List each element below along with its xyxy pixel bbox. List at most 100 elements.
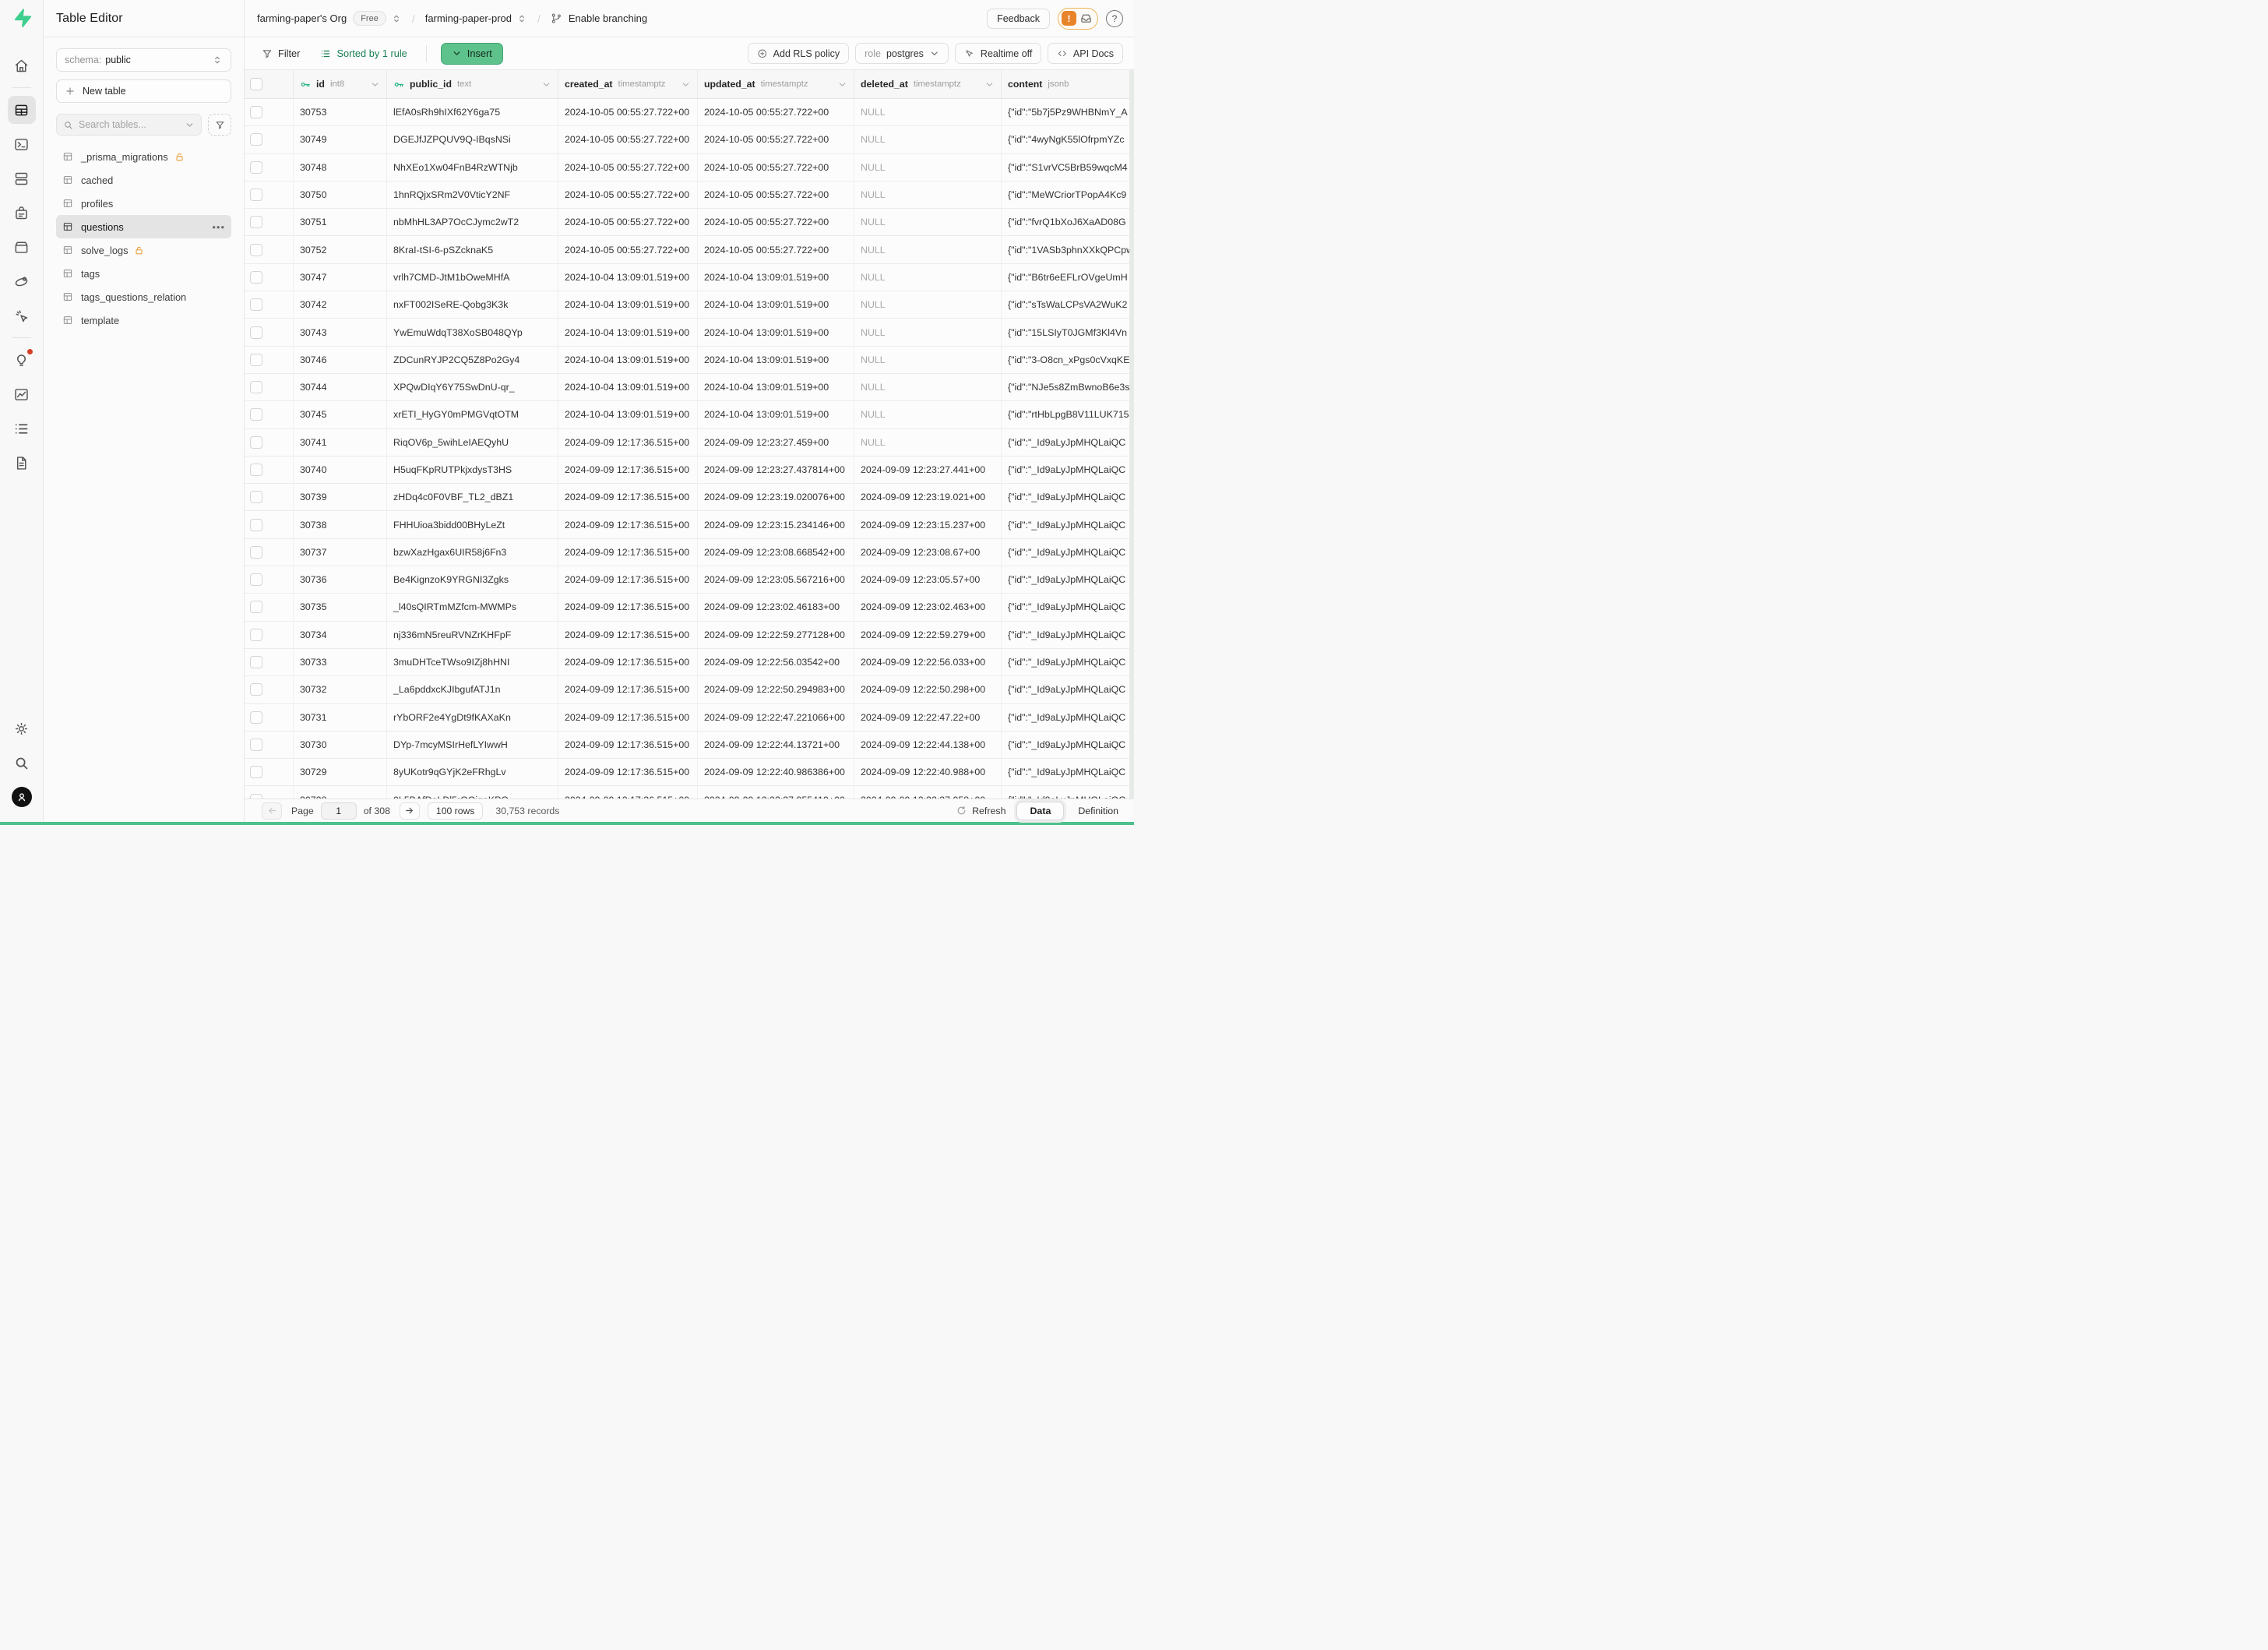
rail-item-settings[interactable] bbox=[8, 714, 36, 742]
filter-button[interactable]: Filter bbox=[262, 48, 300, 59]
cell-deleted_at[interactable]: 2024-09-09 12:23:15.237+00 bbox=[854, 511, 1002, 538]
cell-id[interactable]: 30729 bbox=[294, 759, 387, 785]
cell-public_id[interactable]: 8yUKotr9qGYjK2eFRhgLv bbox=[387, 759, 558, 785]
cell-content[interactable]: {"id":"NJe5s8ZmBwnoB6e3s bbox=[1002, 374, 1134, 400]
table-row[interactable]: 30732_La6pddxcKJIbgufATJ1n2024-09-09 12:… bbox=[245, 676, 1134, 703]
rail-item-edge-functions[interactable] bbox=[8, 267, 36, 295]
cell-deleted_at[interactable]: 2024-09-09 12:23:19.021+00 bbox=[854, 484, 1002, 510]
cell-content[interactable]: {"id":"_Id9aLyJpMHQLaiQC bbox=[1002, 594, 1134, 620]
rail-item-advisors[interactable] bbox=[8, 346, 36, 374]
cell-created_at[interactable]: 2024-10-05 00:55:27.722+00 bbox=[558, 154, 698, 181]
column-menu-icon[interactable] bbox=[837, 79, 847, 90]
cell-created_at[interactable]: 2024-09-09 12:17:36.515+00 bbox=[558, 622, 698, 648]
column-header-deleted_at[interactable]: deleted_attimestamptz bbox=[854, 70, 1002, 98]
row-checkbox[interactable] bbox=[250, 298, 262, 311]
cell-content[interactable]: {"id":"_Id9aLyJpMHQLaiQC bbox=[1002, 676, 1134, 703]
row-checkbox[interactable] bbox=[250, 133, 262, 146]
cell-public_id[interactable]: FHHUioa3bidd00BHyLeZt bbox=[387, 511, 558, 538]
cell-updated_at[interactable]: 2024-09-09 12:23:27.459+00 bbox=[698, 429, 854, 456]
cell-deleted_at[interactable]: NULL bbox=[854, 429, 1002, 456]
column-menu-icon[interactable] bbox=[681, 79, 691, 90]
row-checkbox[interactable] bbox=[250, 766, 262, 778]
cell-created_at[interactable]: 2024-10-04 13:09:01.519+00 bbox=[558, 291, 698, 318]
cell-updated_at[interactable]: 2024-09-09 12:22:56.03542+00 bbox=[698, 649, 854, 675]
cell-updated_at[interactable]: 2024-09-09 12:22:40.986386+00 bbox=[698, 759, 854, 785]
table-row[interactable]: 30746ZDCunRYJP2CQ5Z8Po2Gy42024-10-04 13:… bbox=[245, 347, 1134, 374]
cell-updated_at[interactable]: 2024-09-09 12:22:50.294983+00 bbox=[698, 676, 854, 703]
sidebar-table-tags[interactable]: tags bbox=[56, 262, 231, 285]
row-checkbox[interactable] bbox=[250, 739, 262, 751]
cell-created_at[interactable]: 2024-09-09 12:17:36.515+00 bbox=[558, 649, 698, 675]
row-checkbox[interactable] bbox=[250, 436, 262, 449]
cell-public_id[interactable]: bzwXazHgax6UIR58j6Fn3 bbox=[387, 539, 558, 566]
cell-deleted_at[interactable]: NULL bbox=[854, 401, 1002, 428]
row-checkbox[interactable] bbox=[250, 354, 262, 366]
cell-created_at[interactable]: 2024-09-09 12:17:36.515+00 bbox=[558, 594, 698, 620]
cell-content[interactable]: {"id":"_Id9aLyJpMHQLaiQC bbox=[1002, 649, 1134, 675]
column-header-public_id[interactable]: public_idtext bbox=[387, 70, 558, 98]
cell-created_at[interactable]: 2024-09-09 12:17:36.515+00 bbox=[558, 539, 698, 566]
cell-public_id[interactable]: XPQwDIqY6Y75SwDnU-qr_ bbox=[387, 374, 558, 400]
table-row[interactable]: 30744XPQwDIqY6Y75SwDnU-qr_2024-10-04 13:… bbox=[245, 374, 1134, 401]
cell-updated_at[interactable]: 2024-10-04 13:09:01.519+00 bbox=[698, 264, 854, 291]
row-checkbox[interactable] bbox=[250, 519, 262, 531]
cell-public_id[interactable]: 3muDHTceTWso9IZj8hHNI bbox=[387, 649, 558, 675]
table-row[interactable]: 30730DYp-7mcyMSIrHefLYIwwH2024-09-09 12:… bbox=[245, 732, 1134, 759]
cell-updated_at[interactable]: 2024-10-05 00:55:27.722+00 bbox=[698, 99, 854, 125]
supabase-logo-icon[interactable] bbox=[12, 8, 32, 28]
cell-id[interactable]: 30740 bbox=[294, 457, 387, 483]
cell-content[interactable]: {"id":"_Id9aLyJpMHQLaiQC bbox=[1002, 484, 1134, 510]
cell-content[interactable]: {"id":"fvrQ1bXoJ6XaAD08G bbox=[1002, 209, 1134, 235]
cell-content[interactable]: {"id":"4wyNgK55lOfrpmYZc bbox=[1002, 126, 1134, 153]
cell-deleted_at[interactable]: NULL bbox=[854, 347, 1002, 373]
cell-deleted_at[interactable]: NULL bbox=[854, 126, 1002, 153]
cell-deleted_at[interactable]: 2024-09-09 12:22:50.298+00 bbox=[854, 676, 1002, 703]
cell-deleted_at[interactable]: 2024-09-09 12:23:02.463+00 bbox=[854, 594, 1002, 620]
rail-item-logs[interactable] bbox=[8, 414, 36, 442]
breadcrumb-org[interactable]: farming-paper's Org bbox=[257, 12, 347, 24]
table-row[interactable]: 30735_l40sQIRTmMZfcm-MWMPs2024-09-09 12:… bbox=[245, 594, 1134, 621]
sidebar-table-cached[interactable]: cached bbox=[56, 168, 231, 192]
cell-created_at[interactable]: 2024-10-04 13:09:01.519+00 bbox=[558, 347, 698, 373]
column-header-created_at[interactable]: created_attimestamptz bbox=[558, 70, 698, 98]
cell-public_id[interactable]: vrlh7CMD-JtM1bOweMHfA bbox=[387, 264, 558, 291]
cell-id[interactable]: 30739 bbox=[294, 484, 387, 510]
table-row[interactable]: 30748NhXEo1Xw04FnB4RzWTNjb2024-10-05 00:… bbox=[245, 154, 1134, 182]
table-row[interactable]: 30734nj336mN5reuRVNZrKHFpF2024-09-09 12:… bbox=[245, 622, 1134, 649]
cell-deleted_at[interactable]: NULL bbox=[854, 374, 1002, 400]
cell-deleted_at[interactable]: 2024-09-09 12:23:05.57+00 bbox=[854, 566, 1002, 593]
sidebar-table-tags_questions_relation[interactable]: tags_questions_relation bbox=[56, 285, 231, 308]
cell-content[interactable]: {"id":"15LSIyT0JGMf3Kl4Vn bbox=[1002, 319, 1134, 345]
cell-public_id[interactable]: zHDq4c0F0VBF_TL2_dBZ1 bbox=[387, 484, 558, 510]
cell-public_id[interactable]: nbMhHL3AP7OcCJymc2wT2 bbox=[387, 209, 558, 235]
cell-content[interactable]: {"id":"_Id9aLyJpMHQLaiQC bbox=[1002, 759, 1134, 785]
cell-public_id[interactable]: YwEmuWdqT38XoSB048QYp bbox=[387, 319, 558, 345]
table-row[interactable]: 30751nbMhHL3AP7OcCJymc2wT22024-10-05 00:… bbox=[245, 209, 1134, 236]
cell-content[interactable]: {"id":"MeWCriorTPopA4Kc9 bbox=[1002, 182, 1134, 208]
cell-created_at[interactable]: 2024-10-05 00:55:27.722+00 bbox=[558, 99, 698, 125]
cell-content[interactable]: {"id":"rtHbLpgB8V11LUK7152 bbox=[1002, 401, 1134, 428]
cell-deleted_at[interactable]: 2024-09-09 12:22:44.138+00 bbox=[854, 732, 1002, 758]
table-row[interactable]: 307333muDHTceTWso9IZj8hHNI2024-09-09 12:… bbox=[245, 649, 1134, 676]
cell-updated_at[interactable]: 2024-09-09 12:22:44.13721+00 bbox=[698, 732, 854, 758]
cell-created_at[interactable]: 2024-10-04 13:09:01.519+00 bbox=[558, 319, 698, 345]
feedback-button[interactable]: Feedback bbox=[987, 9, 1050, 29]
cell-id[interactable]: 30744 bbox=[294, 374, 387, 400]
row-checkbox[interactable] bbox=[250, 408, 262, 421]
help-button[interactable]: ? bbox=[1106, 10, 1123, 27]
cell-updated_at[interactable]: 2024-10-04 13:09:01.519+00 bbox=[698, 374, 854, 400]
row-checkbox[interactable] bbox=[250, 161, 262, 174]
vertical-scrollbar[interactable] bbox=[1129, 70, 1134, 799]
table-menu-button[interactable]: ••• bbox=[212, 221, 225, 233]
cell-content[interactable]: {"id":"_Id9aLyJpMHQLaiQC bbox=[1002, 786, 1134, 799]
cell-public_id[interactable]: DGEJfJZPQUV9Q-IBqsNSi bbox=[387, 126, 558, 153]
refresh-button[interactable]: Refresh bbox=[956, 806, 1005, 816]
table-row[interactable]: 30740H5uqFKpRUTPkjxdysT3HS2024-09-09 12:… bbox=[245, 457, 1134, 484]
sidebar-table-template[interactable]: template bbox=[56, 308, 231, 332]
cell-public_id[interactable]: 8KraI-tSI-6-pSZcknaK5 bbox=[387, 236, 558, 263]
cell-created_at[interactable]: 2024-10-04 13:09:01.519+00 bbox=[558, 374, 698, 400]
cell-public_id[interactable]: lEfA0sRh9hIXf62Y6ga75 bbox=[387, 99, 558, 125]
page-number-input[interactable] bbox=[321, 802, 357, 820]
row-checkbox[interactable] bbox=[250, 601, 262, 613]
cell-public_id[interactable]: Be4KignzoK9YRGNI3Zgks bbox=[387, 566, 558, 593]
